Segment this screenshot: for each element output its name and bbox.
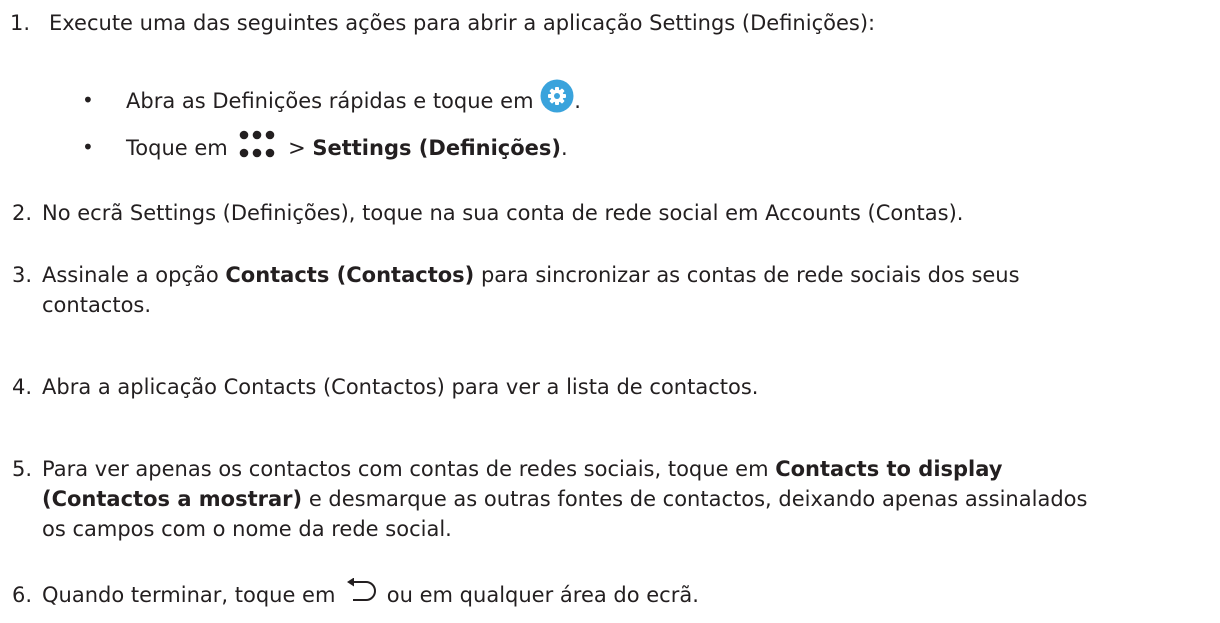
all-apps-icon (240, 130, 275, 158)
substep-text: Toque em > Settings (Definições). (126, 130, 568, 166)
bullet: • (82, 88, 94, 112)
settings-label: Settings (Definições) (312, 136, 561, 160)
step-number: 2. (12, 201, 33, 225)
step-text: Execute uma das seguintes ações para abr… (49, 11, 876, 35)
back-icon (347, 578, 377, 601)
step-text: (Contactos a mostrar) e desmarque as out… (42, 487, 1088, 511)
step-text: Abra a aplicação Contacts (Contactos) pa… (42, 375, 759, 399)
step-text: contactos. (42, 293, 152, 317)
settings-gear-icon (540, 79, 574, 113)
substep-text: Abra as Definições rápidas e toque em . (126, 79, 581, 119)
step-text: os campos com o nome da rede social. (42, 517, 452, 541)
step-text: Para ver apenas os contactos com contas … (42, 457, 1003, 481)
step-number: 5. (12, 457, 33, 481)
contacts-to-display-label: Contacts to display (775, 457, 1003, 481)
step-number: 3. (12, 263, 33, 287)
step-number: 4. (12, 375, 33, 399)
bullet: • (82, 135, 94, 159)
step-number: 1. (10, 11, 31, 35)
step-text: Assinale a opção Contacts (Contactos) pa… (42, 263, 1020, 287)
contacts-to-show-label: (Contactos a mostrar) (42, 487, 303, 511)
document-page: 1. Execute uma das seguintes ações para … (0, 0, 1220, 623)
step-text: Quando terminar, toque em ou em qualquer… (42, 578, 699, 611)
contacts-option-label: Contacts (Contactos) (225, 263, 475, 287)
step-text: No ecrã Settings (Definições), toque na … (42, 201, 964, 225)
step-number: 6. (12, 583, 33, 607)
